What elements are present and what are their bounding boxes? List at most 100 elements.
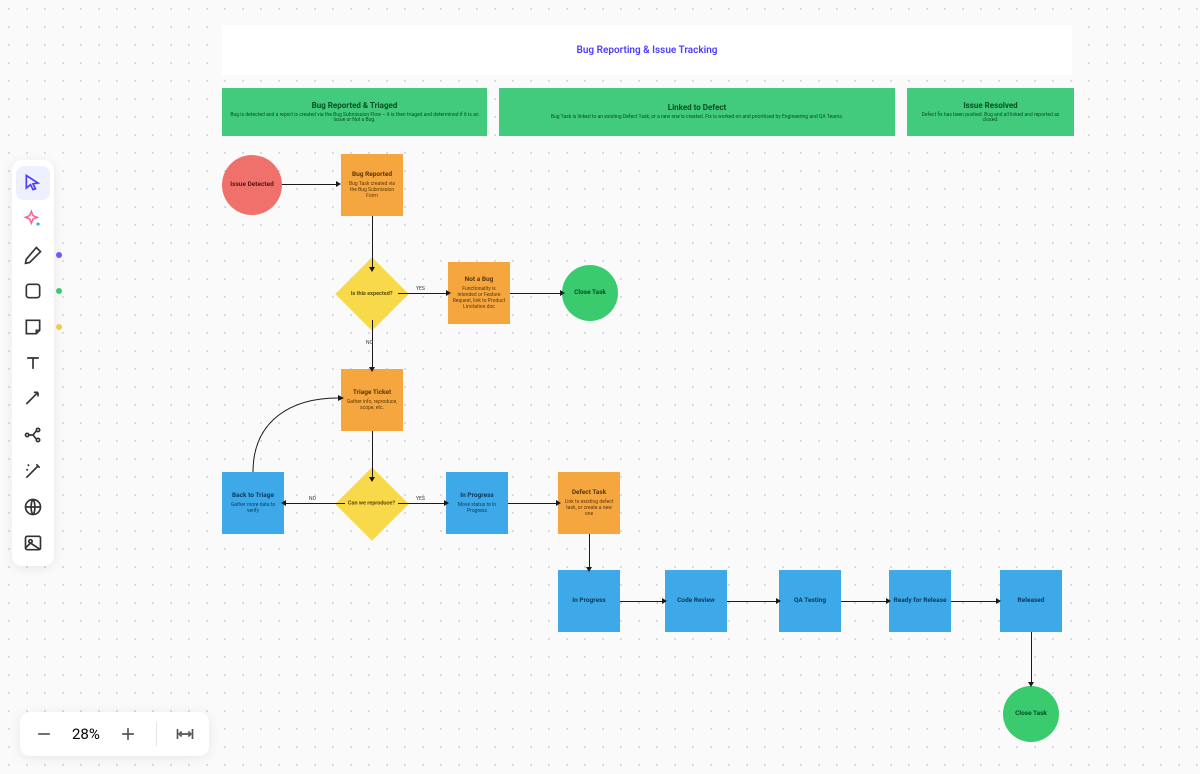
zoom-out-button[interactable] xyxy=(34,724,54,744)
arrow-head-icon xyxy=(586,567,592,572)
edge xyxy=(282,184,336,185)
node-title: In Progress xyxy=(572,597,606,605)
stage-title: Bug Reported & Triaged xyxy=(228,101,481,110)
zoom-fit-button[interactable] xyxy=(175,724,195,744)
node-ready-release[interactable]: Ready for Release xyxy=(889,570,951,632)
stage-title: Issue Resolved xyxy=(913,101,1068,110)
node-subtitle: Link to existing defect task, or create … xyxy=(558,499,620,517)
arrow-head-icon xyxy=(444,500,449,506)
edge xyxy=(372,216,373,267)
stage-issue-resolved[interactable]: Issue Resolved Defect fix has been pushe… xyxy=(907,88,1074,136)
node-not-a-bug[interactable]: Not a Bug Functionality is intended or F… xyxy=(448,262,510,324)
diagram-title-card[interactable]: Bug Reporting & Issue Tracking xyxy=(222,25,1072,75)
node-code-review[interactable]: Code Review xyxy=(665,570,727,632)
fit-width-icon xyxy=(175,724,195,744)
magic-tool[interactable] xyxy=(16,454,50,488)
edge xyxy=(508,503,556,504)
node-qa-testing[interactable]: QA Testing xyxy=(779,570,841,632)
node-back-to-triage[interactable]: Back to Triage Gather more data to verif… xyxy=(222,472,284,534)
node-triage-ticket[interactable]: Triage Ticket Gather info, reproduce, sc… xyxy=(341,369,403,431)
node-title: Close Task xyxy=(574,289,606,297)
edge-label-yes: YES xyxy=(416,286,425,292)
edge xyxy=(589,534,590,567)
node-subtitle: Gather info, reproduce, scope, etc. xyxy=(341,399,403,411)
arrow-head-icon xyxy=(560,290,565,296)
web-tool[interactable] xyxy=(16,490,50,524)
arrow-head-icon xyxy=(662,598,667,604)
node-title: Back to Triage xyxy=(232,492,274,500)
connector-tool[interactable] xyxy=(16,382,50,416)
zoom-level[interactable]: 28% xyxy=(72,725,100,743)
edge xyxy=(620,601,662,602)
text-icon xyxy=(23,353,43,373)
node-in-progress-2[interactable]: In Progress xyxy=(558,570,620,632)
diagram-canvas[interactable]: Bug Reporting & Issue Tracking Bug Repor… xyxy=(0,0,1200,774)
arrow-head-icon xyxy=(336,181,341,187)
globe-icon xyxy=(23,497,43,517)
node-subtitle: Functionality is intended or Feature Req… xyxy=(448,286,510,310)
mindmap-tool[interactable] xyxy=(16,418,50,452)
edge xyxy=(510,293,560,294)
wand-icon xyxy=(23,461,43,481)
stage-subtitle: Bug Task is linked to an existing Defect… xyxy=(505,115,889,121)
node-title: Close Task xyxy=(1015,710,1047,718)
cursor-icon xyxy=(23,173,43,193)
ai-tool[interactable] xyxy=(16,202,50,236)
node-in-progress-1[interactable]: In Progress Move status to In Progress xyxy=(446,472,508,534)
mindmap-icon xyxy=(23,425,43,445)
sparkle-plus-icon xyxy=(23,209,43,229)
edge xyxy=(398,293,446,294)
node-close-task-1[interactable]: Close Task xyxy=(562,265,618,321)
arrow-head-icon xyxy=(996,598,1001,604)
node-title: Not a Bug xyxy=(465,276,494,284)
arrow-head-icon xyxy=(369,267,375,272)
edge-label-no: NO xyxy=(366,340,373,346)
text-tool[interactable] xyxy=(16,346,50,380)
arrow-head-icon xyxy=(369,477,375,482)
arrow-head-icon xyxy=(281,500,286,506)
sticky-note-icon xyxy=(23,317,43,337)
arrow-head-icon xyxy=(556,500,561,506)
node-title: Released xyxy=(1018,597,1045,605)
node-title: Can we reproduce? xyxy=(348,501,395,508)
zoom-in-button[interactable] xyxy=(118,724,138,744)
arrow-head-icon xyxy=(446,290,451,296)
edge xyxy=(727,601,776,602)
node-released[interactable]: Released xyxy=(1000,570,1062,632)
edge xyxy=(841,601,886,602)
tool-color-dot xyxy=(56,288,62,294)
node-subtitle: Bug Task created via the Bug Submission … xyxy=(341,181,403,199)
pen-tool[interactable] xyxy=(16,238,50,272)
tool-color-dot xyxy=(56,324,62,330)
arrow-head-icon xyxy=(1028,682,1034,687)
image-tool[interactable] xyxy=(16,526,50,560)
stage-linked-defect[interactable]: Linked to Defect Bug Task is linked to a… xyxy=(499,88,895,136)
sticky-note-tool[interactable] xyxy=(16,310,50,344)
arrow-head-icon xyxy=(776,598,781,604)
node-title: Ready for Release xyxy=(894,597,947,605)
zoom-toolbar: 28% xyxy=(20,712,209,756)
shape-tool[interactable] xyxy=(16,274,50,308)
node-title: Triage Ticket xyxy=(353,389,391,397)
plus-icon xyxy=(118,724,138,744)
image-icon xyxy=(23,533,43,553)
edge xyxy=(398,503,444,504)
node-bug-reported[interactable]: Bug Reported Bug Task created via the Bu… xyxy=(341,154,403,216)
arrow-head-icon xyxy=(886,598,891,604)
node-issue-detected[interactable]: Issue Detected xyxy=(222,155,282,215)
node-title: QA Testing xyxy=(794,597,826,605)
node-title: Defect Task xyxy=(572,489,606,497)
edge-label-no: NO xyxy=(309,496,316,502)
select-tool[interactable] xyxy=(16,166,50,200)
stage-bug-reported[interactable]: Bug Reported & Triaged Bug is detected a… xyxy=(222,88,487,136)
edge xyxy=(286,503,345,504)
stage-subtitle: Bug is detected and a report is created … xyxy=(228,113,481,124)
stage-subtitle: Defect fix has been pushed. Bug and all … xyxy=(913,113,1068,124)
stage-title: Linked to Defect xyxy=(505,103,889,112)
edge xyxy=(372,431,373,477)
node-title: Is this expected? xyxy=(351,291,393,298)
node-title: Code Review xyxy=(677,597,715,605)
node-defect-task[interactable]: Defect Task Link to existing defect task… xyxy=(558,472,620,534)
node-close-task-2[interactable]: Close Task xyxy=(1003,686,1059,742)
divider xyxy=(156,722,157,746)
